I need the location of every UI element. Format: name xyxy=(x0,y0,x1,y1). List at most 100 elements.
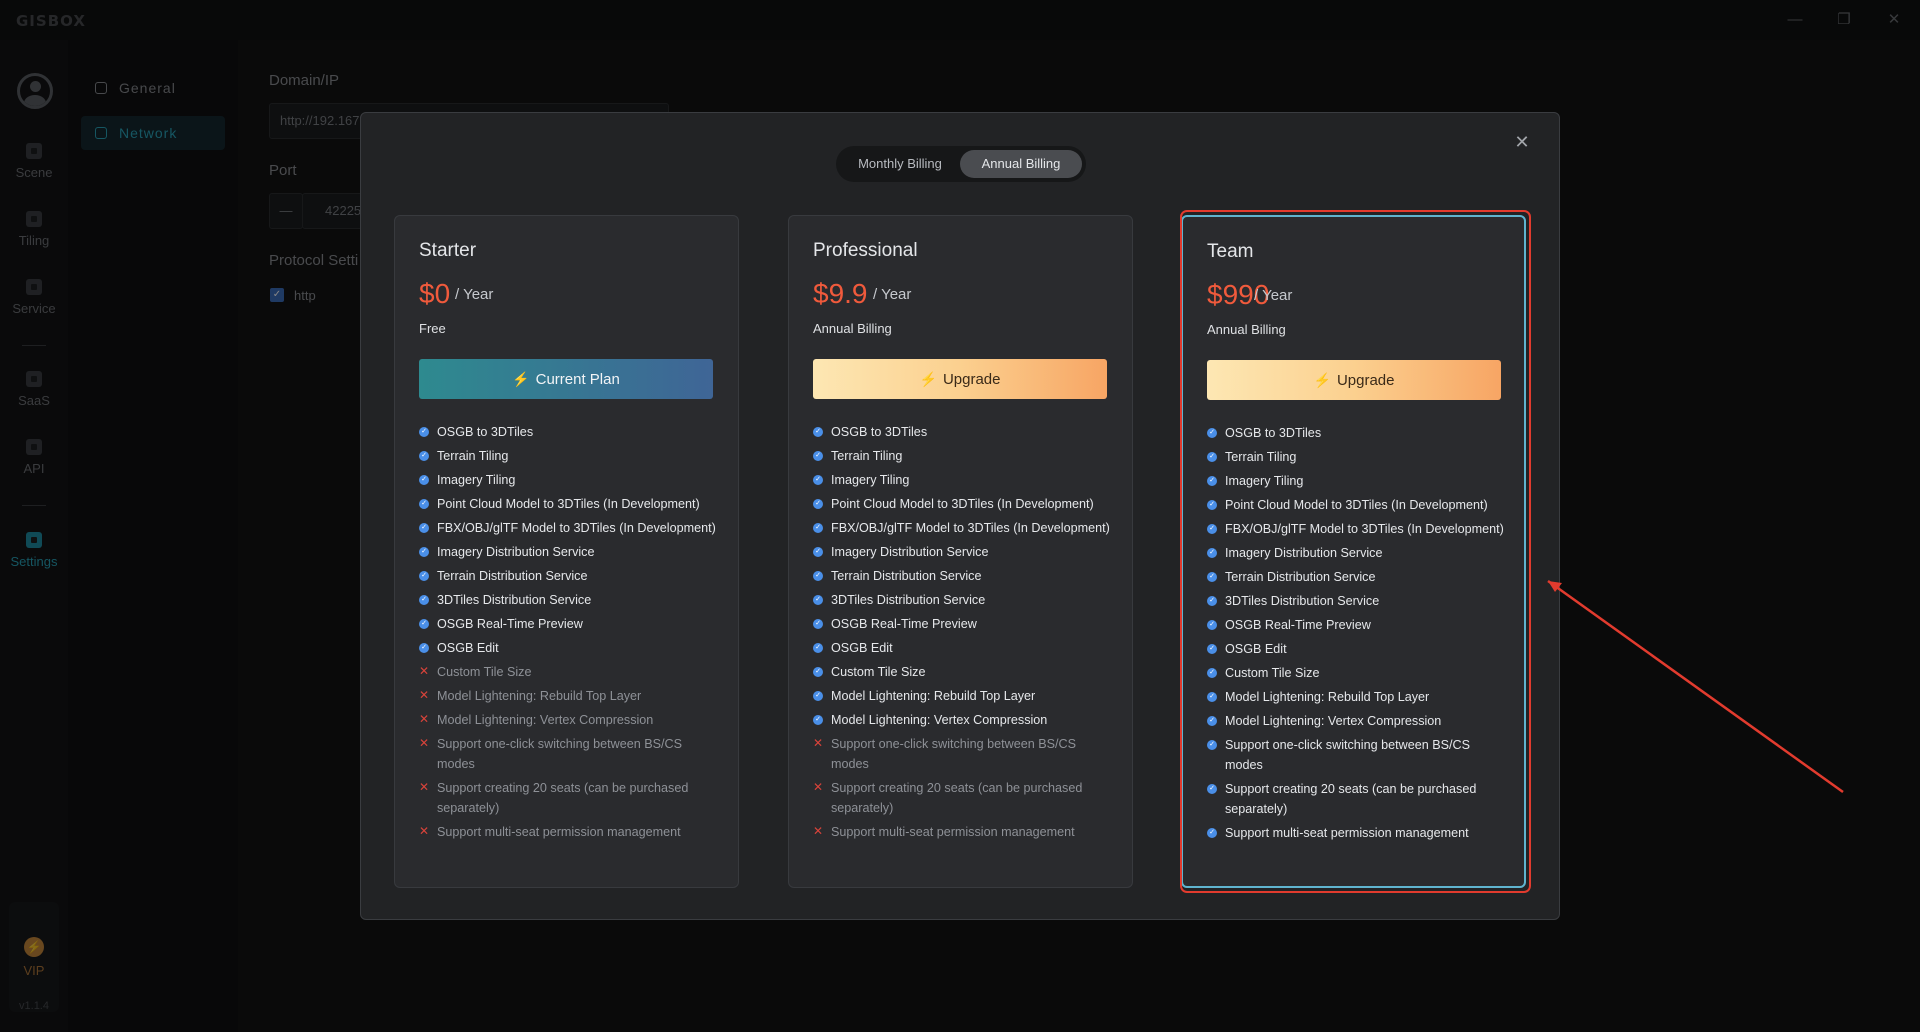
feature-item: ✕ Support creating 20 seats (can be purch… xyxy=(813,778,1113,818)
check-icon: ✓ xyxy=(813,571,823,581)
check-icon: ✓ xyxy=(813,451,823,461)
feature-item: ✓ Custom Tile Size xyxy=(813,662,1113,682)
check-icon: ✓ xyxy=(419,595,429,605)
feature-text: Support multi-seat permission management xyxy=(437,825,681,839)
check-icon: ✓ xyxy=(813,619,823,629)
feature-item: ✓ OSGB to 3DTiles xyxy=(419,422,719,442)
feature-text: Model Lightening: Vertex Compression xyxy=(831,713,1048,727)
check-icon: ✓ xyxy=(419,475,429,485)
check-icon: ✓ xyxy=(419,523,429,533)
feature-text: Model Lightening: Rebuild Top Layer xyxy=(437,689,642,703)
cross-icon: ✕ xyxy=(419,780,430,794)
feature-text: OSGB Real-Time Preview xyxy=(831,617,977,631)
check-icon: ✓ xyxy=(813,547,823,557)
feature-text: FBX/OBJ/glTF Model to 3DTiles (In Develo… xyxy=(831,521,1110,535)
feature-item: ✕ Support multi-seat permission managemen… xyxy=(419,822,719,842)
feature-item: ✓ OSGB to 3DTiles xyxy=(813,422,1113,442)
cross-icon: ✕ xyxy=(813,780,824,794)
feature-item: ✓ OSGB Edit xyxy=(813,638,1113,658)
feature-text: Terrain Distribution Service xyxy=(831,569,982,583)
lightning-icon: ⚡ xyxy=(919,371,937,387)
feature-text: Custom Tile Size xyxy=(831,665,926,679)
annotation-highlight-box xyxy=(1180,210,1531,893)
feature-text: Custom Tile Size xyxy=(437,665,532,679)
feature-item: ✓ Terrain Distribution Service xyxy=(419,566,719,586)
check-icon: ✓ xyxy=(813,427,823,437)
lightning-icon: ⚡ xyxy=(512,371,530,387)
feature-text: Support creating 20 seats (can be purcha… xyxy=(437,781,689,815)
plan-card-starter: Starter $0 / Year Free ⚡ Current Plan ✓ OS… xyxy=(394,215,739,888)
close-icon[interactable]: ✕ xyxy=(1511,131,1533,153)
feature-text: Support one-click switching between BS/C… xyxy=(437,737,683,771)
cross-icon: ✕ xyxy=(419,736,430,750)
feature-item: ✕ Support creating 20 seats (can be purch… xyxy=(419,778,719,818)
feature-item: ✓ Point Cloud Model to 3DTiles (In Develo… xyxy=(419,494,719,514)
feature-text: Support multi-seat permission management xyxy=(831,825,1075,839)
check-icon: ✓ xyxy=(419,571,429,581)
check-icon: ✓ xyxy=(419,499,429,509)
feature-item: ✓ Terrain Tiling xyxy=(419,446,719,466)
check-icon: ✓ xyxy=(813,667,823,677)
feature-text: Point Cloud Model to 3DTiles (In Develop… xyxy=(437,497,700,511)
feature-text: OSGB to 3DTiles xyxy=(437,425,534,439)
feature-text: Imagery Distribution Service xyxy=(437,545,595,559)
feature-item: ✓ Imagery Distribution Service xyxy=(419,542,719,562)
monthly-billing-tab[interactable]: Monthly Billing xyxy=(840,150,960,178)
feature-item: ✓ FBX/OBJ/glTF Model to 3DTiles (In Devel… xyxy=(419,518,719,538)
check-icon: ✓ xyxy=(419,619,429,629)
feature-item: ✕ Model Lightening: Vertex Compression xyxy=(419,710,719,730)
check-icon: ✓ xyxy=(813,595,823,605)
feature-text: Terrain Tiling xyxy=(437,449,509,463)
button-label: Current Plan xyxy=(535,371,620,388)
feature-item: ✓ OSGB Edit xyxy=(419,638,719,658)
plan-name: Professional xyxy=(813,240,918,261)
check-icon: ✓ xyxy=(419,547,429,557)
check-icon: ✓ xyxy=(419,451,429,461)
feature-text: Support one-click switching between BS/C… xyxy=(831,737,1077,771)
feature-text: Model Lightening: Rebuild Top Layer xyxy=(831,689,1036,703)
feature-text: Imagery Distribution Service xyxy=(831,545,989,559)
feature-item: ✓ Imagery Distribution Service xyxy=(813,542,1113,562)
feature-text: 3DTiles Distribution Service xyxy=(831,593,986,607)
feature-item: ✕ Custom Tile Size xyxy=(419,662,719,682)
feature-text: OSGB to 3DTiles xyxy=(831,425,928,439)
cross-icon: ✕ xyxy=(419,712,430,726)
plan-period: / Year xyxy=(873,286,912,303)
current-plan-button[interactable]: ⚡ Current Plan xyxy=(419,359,713,399)
check-icon: ✓ xyxy=(813,523,823,533)
plan-period: / Year xyxy=(455,286,494,303)
feature-text: OSGB Edit xyxy=(437,641,499,655)
feature-item: ✓ Imagery Tiling xyxy=(419,470,719,490)
check-icon: ✓ xyxy=(813,643,823,653)
feature-text: Imagery Tiling xyxy=(831,473,910,487)
check-icon: ✓ xyxy=(419,643,429,653)
feature-text: OSGB Edit xyxy=(831,641,893,655)
annual-billing-tab[interactable]: Annual Billing xyxy=(960,150,1082,178)
check-icon: ✓ xyxy=(813,715,823,725)
feature-item: ✓ 3DTiles Distribution Service xyxy=(419,590,719,610)
check-icon: ✓ xyxy=(813,691,823,701)
feature-item: ✓ Terrain Distribution Service xyxy=(813,566,1113,586)
feature-text: Support creating 20 seats (can be purcha… xyxy=(831,781,1083,815)
feature-item: ✓ Terrain Tiling xyxy=(813,446,1113,466)
check-icon: ✓ xyxy=(813,475,823,485)
cross-icon: ✕ xyxy=(419,664,430,678)
feature-text: 3DTiles Distribution Service xyxy=(437,593,592,607)
feature-item: ✓ FBX/OBJ/glTF Model to 3DTiles (In Devel… xyxy=(813,518,1113,538)
plan-price: $9.9 xyxy=(813,278,868,309)
cross-icon: ✕ xyxy=(419,688,430,702)
upgrade-button[interactable]: ⚡ Upgrade xyxy=(813,359,1107,399)
check-icon: ✓ xyxy=(813,499,823,509)
plan-note: Free xyxy=(419,321,446,336)
feature-item: ✓ Imagery Tiling xyxy=(813,470,1113,490)
feature-item: ✕ Support one-click switching between BS/… xyxy=(419,734,719,774)
plan-note: Annual Billing xyxy=(813,321,892,336)
feature-list: ✓ OSGB to 3DTiles ✓ Terrain Tiling ✓ Imagery … xyxy=(419,422,719,846)
feature-item: ✓ 3DTiles Distribution Service xyxy=(813,590,1113,610)
plan-card-professional: Professional $9.9 / Year Annual Billing … xyxy=(788,215,1133,888)
feature-text: OSGB Real-Time Preview xyxy=(437,617,583,631)
feature-item: ✓ OSGB Real-Time Preview xyxy=(813,614,1113,634)
cross-icon: ✕ xyxy=(813,736,824,750)
feature-item: ✓ Point Cloud Model to 3DTiles (In Develo… xyxy=(813,494,1113,514)
button-label: Upgrade xyxy=(942,371,1001,388)
